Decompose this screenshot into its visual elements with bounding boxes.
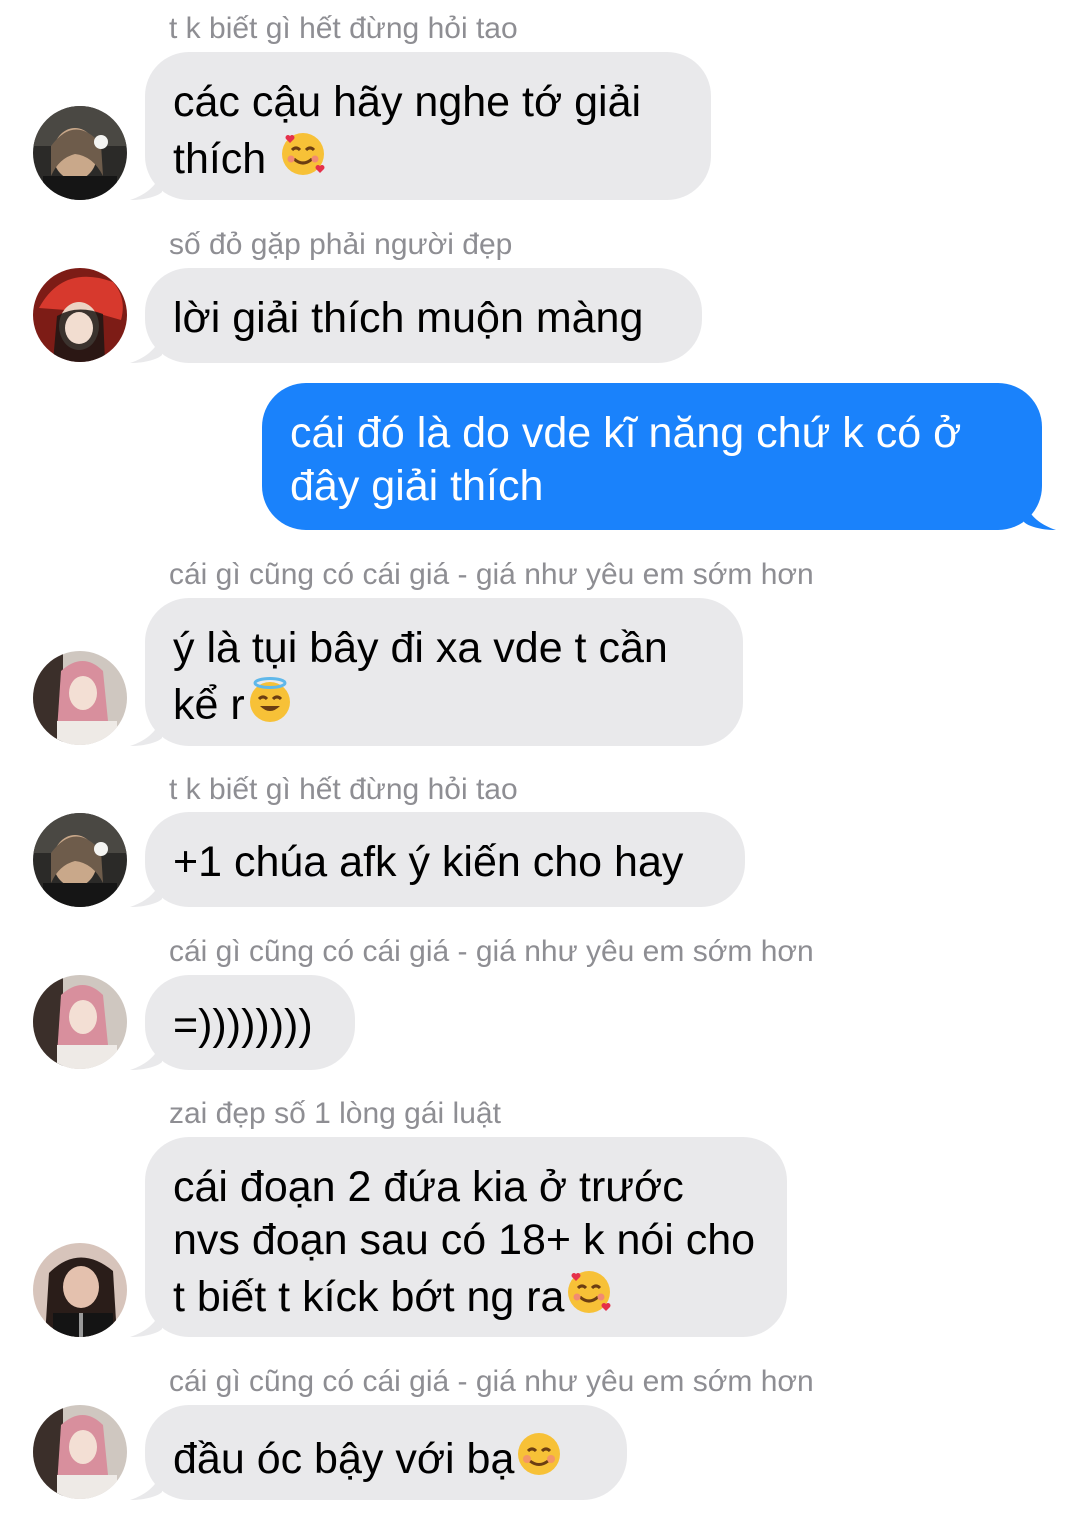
avatar[interactable] <box>33 1243 127 1337</box>
message-bubble-incoming[interactable]: +1 chúa afk ý kiến cho hay <box>145 812 745 907</box>
message-text: cái đoạn 2 đứa kia ở trước nvs đoạn sau … <box>173 1163 756 1321</box>
bubble-tail <box>130 1307 162 1337</box>
avatar[interactable] <box>33 651 127 745</box>
message-text: =)))))))) <box>173 1001 313 1049</box>
message-bubble-incoming[interactable]: ý là tụi bây đi xa vde t cần kể r <box>145 598 743 746</box>
sender-name: cái gì cũng có cái giá - giá như yêu em … <box>169 935 814 968</box>
avatar[interactable] <box>33 268 127 362</box>
message-bubble-outgoing[interactable]: cái đó là do vde kĩ năng chứ k có ở đây … <box>262 383 1042 530</box>
message-text: lời giải thích muộn màng <box>173 294 644 342</box>
bubble-tail <box>130 1470 162 1500</box>
sender-name: t k biết gì hết đừng hỏi tao <box>169 773 518 806</box>
message-text: đầu óc bậy với bạ <box>173 1435 515 1483</box>
bubble-tail <box>130 877 162 907</box>
sender-name: cái gì cũng có cái giá - giá như yêu em … <box>169 1365 814 1398</box>
bubble-tail <box>130 1040 162 1070</box>
smiling-face-with-halo-icon <box>249 677 290 722</box>
message-text: +1 chúa afk ý kiến cho hay <box>173 838 684 886</box>
avatar[interactable] <box>33 106 127 200</box>
sender-name: số đỏ gặp phải người đẹp <box>169 228 513 261</box>
bubble-tail <box>130 333 162 363</box>
sender-name: cái gì cũng có cái giá - giá như yêu em … <box>169 558 814 591</box>
sender-name: t k biết gì hết đừng hỏi tao <box>169 12 518 45</box>
message-bubble-incoming[interactable]: các cậu hãy nghe tớ giải thích <box>145 52 711 200</box>
avatar[interactable] <box>33 1405 127 1499</box>
message-text: các cậu hãy nghe tớ giải thích <box>173 78 642 183</box>
avatar[interactable] <box>33 813 127 907</box>
bubble-tail <box>130 716 162 746</box>
message-bubble-incoming[interactable]: =)))))))) <box>145 975 355 1070</box>
bubble-tail <box>1024 500 1056 530</box>
smiling-face-with-hearts-icon <box>282 133 325 175</box>
smiling-face-with-hearts-icon <box>568 1271 611 1313</box>
message-bubble-incoming[interactable]: cái đoạn 2 đứa kia ở trước nvs đoạn sau … <box>145 1137 787 1337</box>
message-bubble-incoming[interactable]: lời giải thích muộn màng <box>145 268 702 363</box>
smiling-face-icon <box>518 1433 561 1475</box>
bubble-tail <box>130 170 162 200</box>
message-text: cái đó là do vde kĩ năng chứ k có ở đây … <box>290 409 962 510</box>
sender-name: zai đẹp số 1 lòng gái luật <box>169 1097 501 1130</box>
avatar[interactable] <box>33 975 127 1069</box>
message-bubble-incoming[interactable]: đầu óc bậy với bạ <box>145 1405 627 1500</box>
